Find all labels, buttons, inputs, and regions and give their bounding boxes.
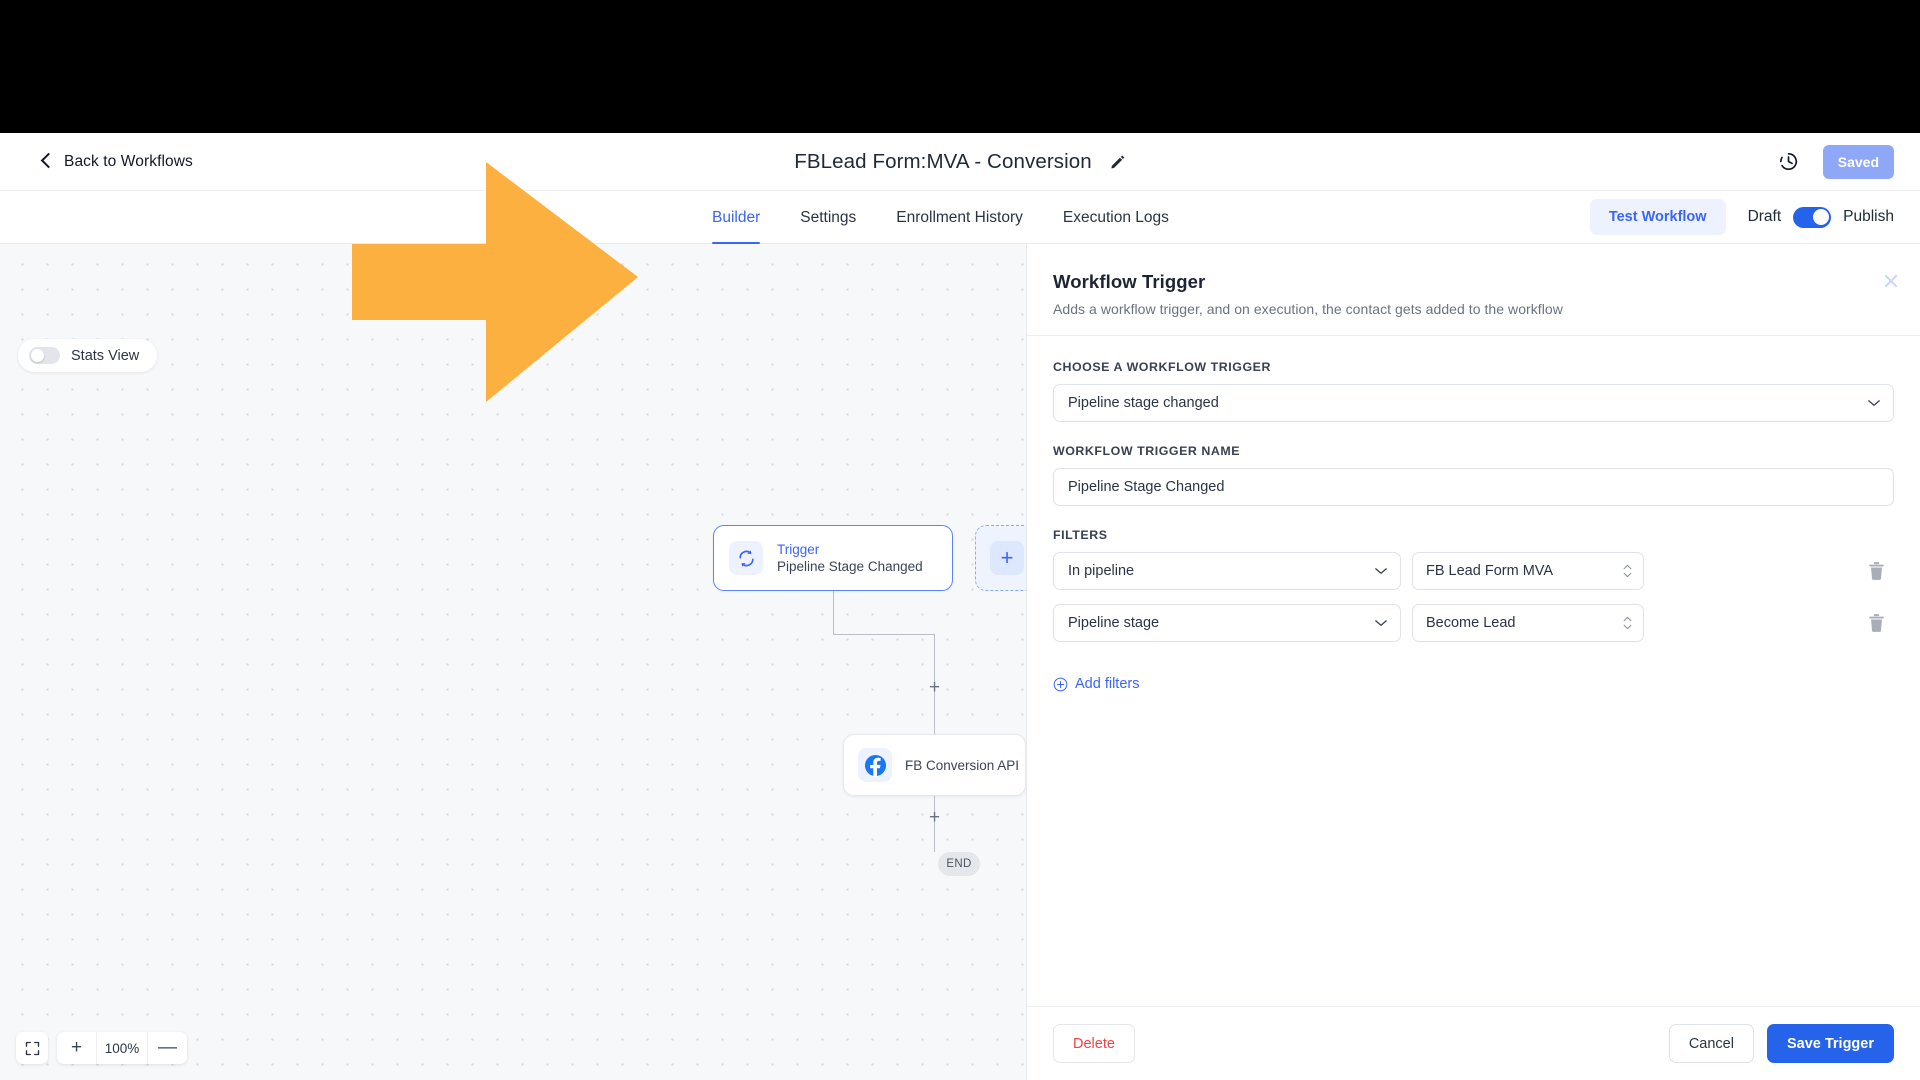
add-step-plus-icon-1[interactable]: + (927, 678, 942, 697)
workflow-title-group: FBLead Form:MVA - Conversion (794, 150, 1126, 174)
node-end: END (938, 852, 980, 876)
pencil-icon[interactable] (1109, 153, 1126, 170)
toggle-knob (1812, 209, 1829, 225)
zoom-level-group: + 100% — (57, 1032, 187, 1064)
plus-icon: + (990, 541, 1024, 575)
panel-body: CHOOSE A WORKFLOW TRIGGER Pipeline stage… (1027, 336, 1920, 1006)
filter-row: Pipeline stage Become Lead (1053, 604, 1894, 642)
tab-execution-logs-label: Execution Logs (1062, 208, 1169, 226)
filter-value-text-2: Become Lead (1426, 615, 1516, 631)
filters-label: FILTERS (1053, 528, 1108, 542)
trigger-name-block: WORKFLOW TRIGGER NAME Pipeline Stage Cha… (1053, 444, 1894, 506)
filter-value-select-1[interactable]: FB Lead Form MVA (1412, 552, 1644, 590)
trigger-name-input[interactable]: Pipeline Stage Changed (1053, 468, 1894, 506)
tab-builder[interactable]: Builder (712, 191, 761, 244)
trash-icon[interactable] (1867, 561, 1886, 581)
app-header: Back to Workflows FBLead Form:MVA - Conv… (0, 133, 1920, 191)
node-trigger-name: Pipeline Stage Changed (777, 559, 923, 574)
choose-trigger-select[interactable]: Pipeline stage changed (1053, 384, 1894, 422)
fit-screen-icon (25, 1041, 39, 1055)
tab-execution-logs[interactable]: Execution Logs (1063, 191, 1169, 244)
cancel-button[interactable]: Cancel (1668, 1024, 1754, 1063)
filter-row: In pipeline FB Lead Form MVA (1053, 552, 1894, 590)
facebook-icon (858, 748, 892, 782)
stepper-icon (1623, 616, 1632, 630)
add-filters-button[interactable]: Add filters (1053, 676, 1139, 692)
panel-header: Workflow Trigger Adds a workflow trigger… (1027, 244, 1920, 336)
edge-horizontal (833, 634, 935, 636)
filter-field-select-2[interactable]: Pipeline stage (1053, 604, 1401, 642)
node-trigger-texts: Trigger Pipeline Stage Changed (777, 542, 923, 574)
stats-toggle-knob (31, 349, 44, 362)
stats-view-label: Stats View (71, 347, 140, 364)
chevron-down-icon (1868, 400, 1880, 406)
refresh-sync-icon (729, 541, 763, 575)
node-trigger-kind: Trigger (777, 542, 820, 557)
screen-root: Back to Workflows FBLead Form:MVA - Conv… (0, 0, 1920, 1080)
draft-label: Draft (1747, 208, 1782, 225)
publish-toggle[interactable] (1793, 206, 1832, 228)
trigger-name-value: Pipeline Stage Changed (1068, 479, 1225, 495)
tab-list: Builder Settings Enrollment History Exec… (712, 191, 1169, 244)
workflow-canvas[interactable]: Stats View Trigger Pipeline Stage Change… (0, 244, 1026, 1080)
chevron-down-icon (1375, 620, 1387, 626)
filters-block: FILTERS In pipeline FB Lead Form MVA Pip… (1053, 528, 1894, 697)
tab-settings[interactable]: Settings (800, 191, 856, 244)
choose-trigger-block: CHOOSE A WORKFLOW TRIGGER Pipeline stage… (1053, 360, 1894, 422)
close-icon[interactable] (1880, 270, 1902, 292)
back-to-workflows-label: Back to Workflows (64, 152, 193, 170)
zoom-out-button[interactable]: — (148, 1032, 187, 1064)
zoom-level-label: 100% (96, 1032, 148, 1064)
add-trigger-node-button[interactable]: + (975, 525, 1026, 591)
add-step-plus-icon-2[interactable]: + (927, 808, 942, 827)
history-clock-icon[interactable] (1778, 151, 1799, 172)
filter-field-value-2: Pipeline stage (1068, 615, 1160, 631)
chevron-down-icon (1375, 568, 1387, 574)
zoom-in-button[interactable]: + (57, 1032, 96, 1064)
publish-label: Publish (1843, 208, 1894, 225)
zoom-controls: + 100% — (16, 1032, 187, 1064)
panel-footer: Delete Cancel Save Trigger (1027, 1006, 1920, 1080)
top-black-bar (0, 0, 1920, 133)
tab-enrollment-history-label: Enrollment History (896, 208, 1023, 226)
node-fb-label: FB Conversion API (905, 757, 1020, 773)
fit-screen-button[interactable] (16, 1032, 48, 1064)
stepper-icon (1623, 564, 1632, 578)
stats-view-toggle[interactable]: Stats View (18, 339, 158, 372)
filter-field-select-1[interactable]: In pipeline (1053, 552, 1401, 590)
stats-view-switch[interactable] (29, 347, 60, 364)
save-trigger-button[interactable]: Save Trigger (1766, 1024, 1894, 1063)
add-filters-label: Add filters (1075, 676, 1140, 692)
choose-trigger-label: CHOOSE A WORKFLOW TRIGGER (1053, 360, 1271, 374)
tab-builder-label: Builder (712, 208, 761, 226)
panel-subtitle: Adds a workflow trigger, and on executio… (1053, 301, 1563, 317)
tab-bar-right-controls: Test Workflow Draft Publish (1589, 199, 1894, 235)
trigger-name-label: WORKFLOW TRIGGER NAME (1053, 444, 1241, 458)
node-trigger[interactable]: Trigger Pipeline Stage Changed (713, 525, 953, 591)
app-shell: Back to Workflows FBLead Form:MVA - Conv… (0, 133, 1920, 1080)
workflow-trigger-panel: Workflow Trigger Adds a workflow trigger… (1026, 244, 1920, 1080)
filter-field-value-1: In pipeline (1068, 563, 1135, 579)
node-fb-conversion-api[interactable]: FB Conversion API (843, 734, 1026, 796)
saved-button[interactable]: Saved (1822, 144, 1894, 179)
trash-icon[interactable] (1867, 613, 1886, 633)
tab-bar: Builder Settings Enrollment History Exec… (0, 191, 1920, 244)
filter-value-text-1: FB Lead Form MVA (1426, 563, 1554, 579)
delete-button[interactable]: Delete (1053, 1024, 1135, 1063)
test-workflow-button[interactable]: Test Workflow (1589, 199, 1726, 235)
plus-circle-icon (1053, 677, 1068, 691)
chevron-left-icon (40, 155, 53, 168)
tab-settings-label: Settings (800, 208, 857, 226)
edge-trigger-down (833, 591, 835, 635)
header-right-controls: Saved (1778, 144, 1894, 179)
back-to-workflows-link[interactable]: Back to Workflows (40, 153, 193, 171)
page-title: FBLead Form:MVA - Conversion (794, 149, 1092, 173)
tab-enrollment-history[interactable]: Enrollment History (896, 191, 1023, 244)
panel-title: Workflow Trigger (1053, 271, 1206, 292)
body-area: Stats View Trigger Pipeline Stage Change… (0, 244, 1920, 1080)
choose-trigger-value: Pipeline stage changed (1068, 395, 1219, 411)
draft-publish-group: Draft Publish (1747, 206, 1894, 228)
filter-value-select-2[interactable]: Become Lead (1412, 604, 1644, 642)
